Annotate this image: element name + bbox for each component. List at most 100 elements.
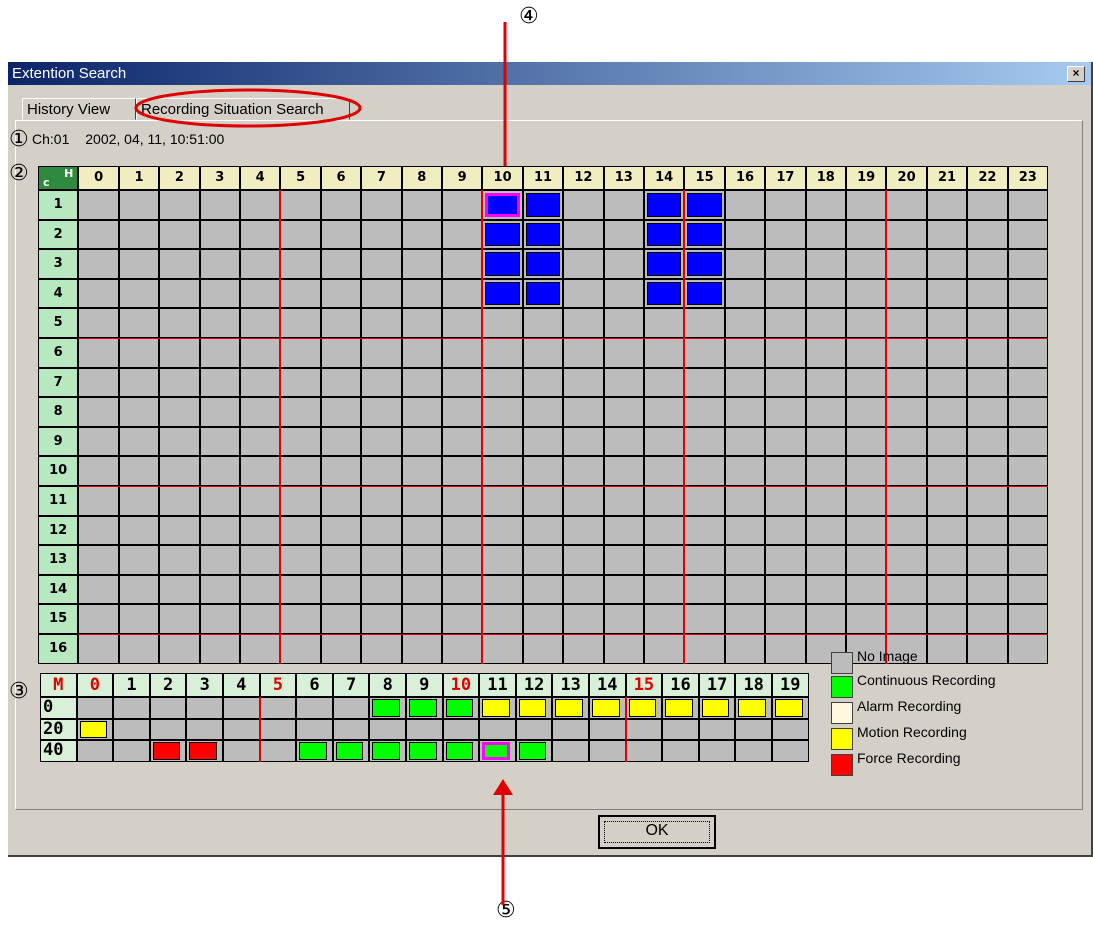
minute-fill-continuous[interactable] xyxy=(299,742,327,760)
hour-cell[interactable] xyxy=(159,456,200,486)
hour-cell[interactable] xyxy=(199,426,240,457)
hour-cell[interactable] xyxy=(118,456,160,486)
minute-cell[interactable] xyxy=(149,697,187,719)
hour-cell[interactable] xyxy=(724,634,766,664)
hour-cell[interactable] xyxy=(644,456,685,486)
hour-cell[interactable] xyxy=(1007,338,1048,368)
hour-cell[interactable] xyxy=(603,604,644,634)
minute-cell[interactable] xyxy=(296,718,333,740)
hour-cell[interactable] xyxy=(78,249,119,279)
hour-cell[interactable] xyxy=(118,308,160,338)
hour-cell[interactable] xyxy=(401,574,442,605)
hour-cell[interactable] xyxy=(78,338,119,368)
hour-cell[interactable] xyxy=(644,367,685,398)
hour-cell[interactable] xyxy=(78,426,119,457)
hour-cell[interactable] xyxy=(886,604,927,634)
hour-cell[interactable] xyxy=(967,486,1008,516)
hour-cell[interactable] xyxy=(401,219,442,250)
hour-cell[interactable] xyxy=(320,574,362,605)
hour-cell[interactable] xyxy=(320,338,362,368)
minute-header-9[interactable]: 9 xyxy=(406,673,443,697)
hour-cell[interactable] xyxy=(401,426,442,457)
minute-header-19[interactable]: 19 xyxy=(772,673,809,697)
channel-row-header-12[interactable]: 12 xyxy=(38,515,79,546)
hour-cell[interactable] xyxy=(442,249,483,279)
hour-cell[interactable] xyxy=(199,634,240,664)
hour-cell[interactable] xyxy=(240,308,281,338)
hour-cell[interactable] xyxy=(240,604,281,634)
minute-header-15[interactable]: 15 xyxy=(625,673,663,697)
hour-cell[interactable] xyxy=(563,397,604,427)
hour-cell[interactable] xyxy=(563,486,604,516)
hour-cell[interactable] xyxy=(724,367,766,398)
hour-cell[interactable] xyxy=(765,367,806,398)
selected-recorded-hour[interactable] xyxy=(485,193,520,217)
hour-cell[interactable] xyxy=(886,545,927,575)
hour-cell[interactable] xyxy=(320,367,362,398)
channel-row-header-4[interactable]: 4 xyxy=(38,278,79,309)
hour-cell[interactable] xyxy=(442,604,483,634)
hour-cell[interactable] xyxy=(401,249,442,279)
hour-cell[interactable] xyxy=(401,604,442,634)
hour-cell[interactable] xyxy=(522,426,564,457)
hour-cell[interactable] xyxy=(522,456,564,486)
recorded-hour[interactable] xyxy=(485,281,520,306)
minute-cell[interactable] xyxy=(332,697,370,719)
hour-cell[interactable] xyxy=(805,397,846,427)
hour-cell[interactable] xyxy=(765,308,806,338)
hour-cell[interactable] xyxy=(78,367,119,398)
hour-cell[interactable] xyxy=(401,545,442,575)
hour-cell[interactable] xyxy=(805,574,846,605)
hour-cell[interactable] xyxy=(159,278,200,309)
hour-cell[interactable] xyxy=(401,190,442,220)
channel-row-header-16[interactable]: 16 xyxy=(38,634,79,664)
hour-cell[interactable] xyxy=(280,634,321,664)
hour-cell[interactable] xyxy=(320,456,362,486)
minute-cell[interactable] xyxy=(589,740,626,762)
channel-row-header-7[interactable]: 7 xyxy=(38,367,79,398)
hour-header-6[interactable]: 6 xyxy=(320,166,362,190)
hour-cell[interactable] xyxy=(240,634,281,664)
hour-cell[interactable] xyxy=(967,190,1008,220)
hour-cell[interactable] xyxy=(644,426,685,457)
hour-cell[interactable] xyxy=(603,486,644,516)
hour-cell[interactable] xyxy=(280,545,321,575)
hour-cell[interactable] xyxy=(118,249,160,279)
hour-cell[interactable] xyxy=(199,604,240,634)
hour-cell[interactable] xyxy=(401,456,442,486)
hour-cell[interactable] xyxy=(159,634,200,664)
hour-cell[interactable] xyxy=(199,278,240,309)
recorded-hour[interactable] xyxy=(647,193,682,217)
minute-fill-motion[interactable] xyxy=(592,699,620,717)
hour-cell[interactable] xyxy=(1007,397,1048,427)
hour-cell[interactable] xyxy=(159,219,200,250)
hour-cell[interactable] xyxy=(684,545,725,575)
hour-cell[interactable] xyxy=(765,278,806,309)
recorded-hour[interactable] xyxy=(647,252,682,276)
hour-cell[interactable] xyxy=(522,515,564,546)
minute-cell[interactable] xyxy=(113,740,150,762)
hour-cell[interactable] xyxy=(603,278,644,309)
hour-header-8[interactable]: 8 xyxy=(401,166,442,190)
hour-cell[interactable] xyxy=(684,515,725,546)
hour-cell[interactable] xyxy=(886,190,927,220)
channel-row-header-6[interactable]: 6 xyxy=(38,338,79,368)
hour-cell[interactable] xyxy=(724,604,766,634)
hour-cell[interactable] xyxy=(361,249,402,279)
hour-cell[interactable] xyxy=(846,338,887,368)
hour-cell[interactable] xyxy=(482,634,523,664)
hour-cell[interactable] xyxy=(967,278,1008,309)
hour-cell[interactable] xyxy=(522,338,564,368)
minute-cell[interactable] xyxy=(186,718,223,740)
hour-cell[interactable] xyxy=(967,604,1008,634)
hour-cell[interactable] xyxy=(563,545,604,575)
hour-cell[interactable] xyxy=(118,367,160,398)
channel-row-header-13[interactable]: 13 xyxy=(38,545,79,575)
hour-header-2[interactable]: 2 xyxy=(159,166,200,190)
hour-cell[interactable] xyxy=(1007,634,1048,664)
hour-cell[interactable] xyxy=(1007,426,1048,457)
hour-cell[interactable] xyxy=(846,456,887,486)
hour-cell[interactable] xyxy=(603,308,644,338)
minute-cell[interactable] xyxy=(223,740,260,762)
minute-fill-motion[interactable] xyxy=(665,699,693,717)
